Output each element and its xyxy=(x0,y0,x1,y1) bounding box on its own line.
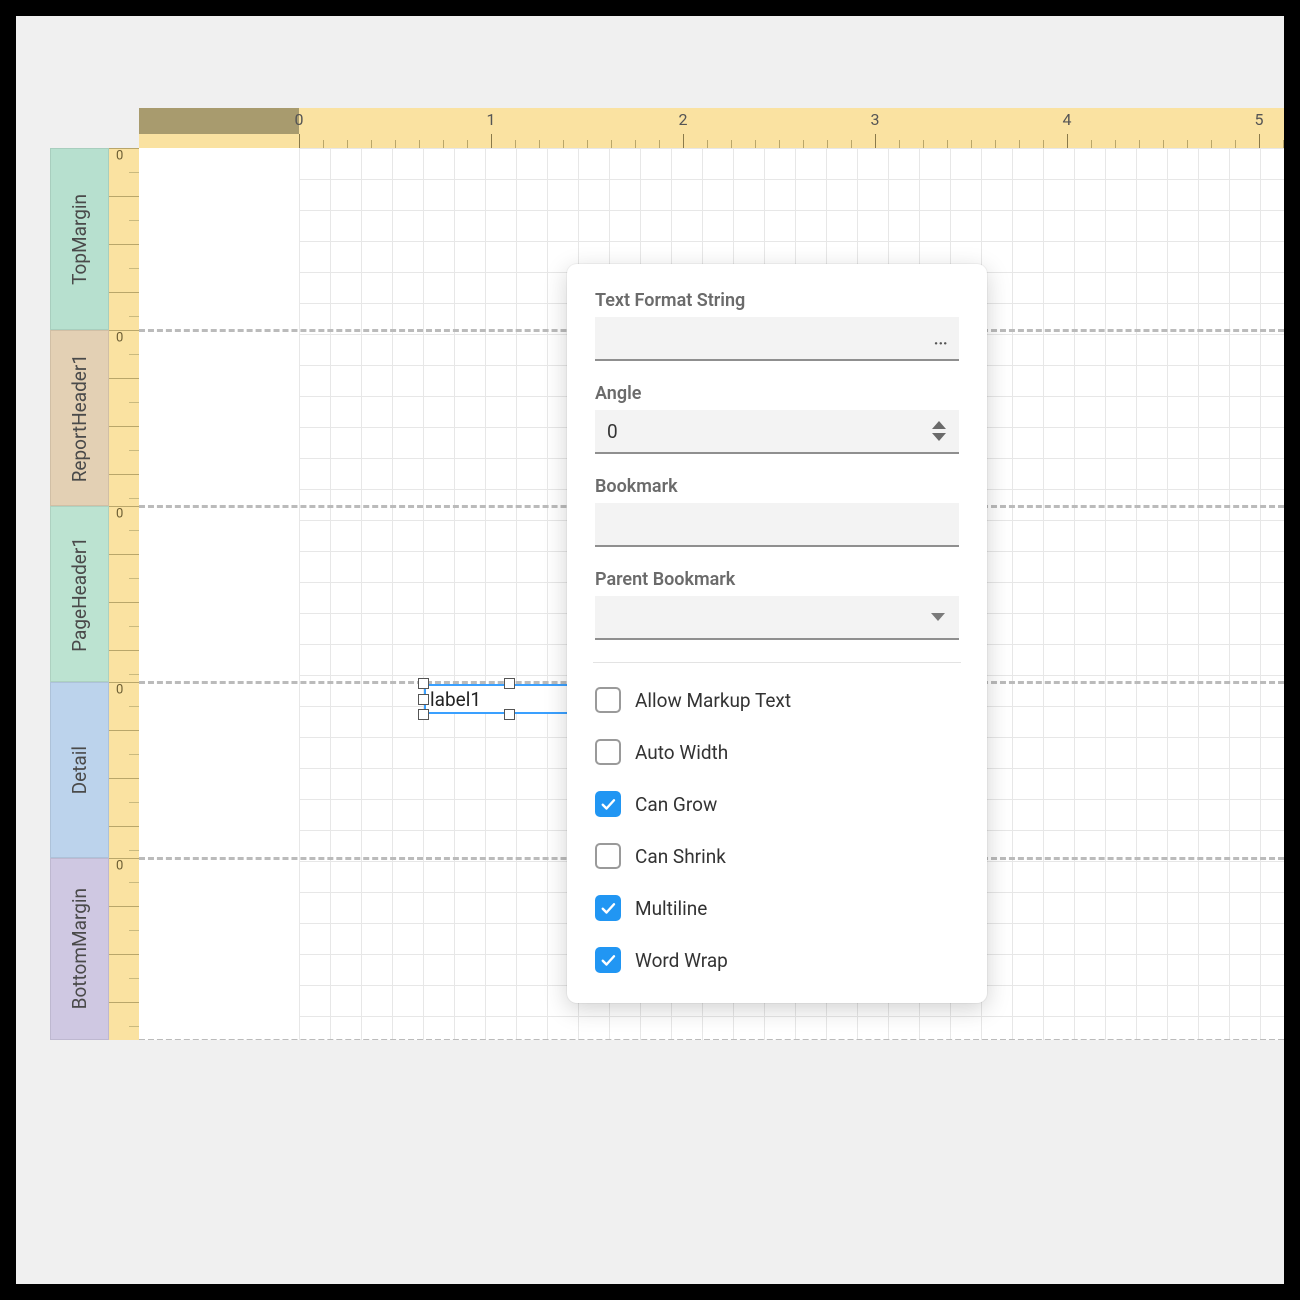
angle-spinner xyxy=(927,410,951,452)
surface-end-area xyxy=(139,1040,1284,1284)
band-page-header[interactable]: PageHeader1 xyxy=(50,506,109,682)
checkbox-label: Auto Width xyxy=(635,741,728,764)
hruler-number: 5 xyxy=(1255,110,1264,129)
checkbox-word-wrap[interactable]: Word Wrap xyxy=(595,947,959,973)
vruler-number: 0 xyxy=(116,331,123,346)
checkbox-unchecked-icon[interactable] xyxy=(595,739,621,765)
resize-handle[interactable] xyxy=(418,709,429,720)
spinner-down-icon[interactable] xyxy=(932,433,946,441)
ruler-corner xyxy=(139,108,299,134)
bookmark-input[interactable] xyxy=(595,503,959,547)
hruler-number: 0 xyxy=(295,110,304,129)
band-report-header[interactable]: ReportHeader1 xyxy=(50,330,109,506)
angle-input[interactable]: 0 xyxy=(595,410,959,454)
popup-divider xyxy=(593,662,961,663)
checkbox-allow-markup[interactable]: Allow Markup Text xyxy=(595,687,959,713)
resize-handle[interactable] xyxy=(504,709,515,720)
hruler-number: 1 xyxy=(487,110,496,129)
vruler-number: 0 xyxy=(116,149,123,164)
checkbox-can-grow[interactable]: Can Grow xyxy=(595,791,959,817)
spinner-up-icon[interactable] xyxy=(932,421,946,429)
chevron-down-icon[interactable] xyxy=(931,613,945,621)
checkbox-checked-icon[interactable] xyxy=(595,895,621,921)
checkbox-unchecked-icon[interactable] xyxy=(595,687,621,713)
band-label-text: ReportHeader1 xyxy=(68,354,91,482)
angle-label: Angle xyxy=(595,383,959,404)
band-bottom-margin[interactable]: BottomMargin xyxy=(50,858,109,1040)
checkbox-label: Word Wrap xyxy=(635,949,728,972)
band-label-text: Detail xyxy=(68,746,91,794)
hruler-number: 2 xyxy=(679,110,688,129)
checkbox-unchecked-icon[interactable] xyxy=(595,843,621,869)
band-top-margin[interactable]: TopMargin xyxy=(50,148,109,330)
checkbox-checked-icon[interactable] xyxy=(595,791,621,817)
bookmark-label: Bookmark xyxy=(595,476,959,497)
vruler-number: 0 xyxy=(116,859,123,874)
hruler-number: 4 xyxy=(1063,110,1072,129)
parent-bookmark-select[interactable] xyxy=(595,596,959,640)
band-label-text: PageHeader1 xyxy=(68,537,91,652)
angle-value: 0 xyxy=(607,420,618,443)
band-label-text: TopMargin xyxy=(68,194,91,285)
checkbox-label: Can Grow xyxy=(635,793,717,816)
resize-handle[interactable] xyxy=(418,694,429,705)
designer-canvas: 012345 00000 TopMarginReportHeader1PageH… xyxy=(16,16,1284,1284)
band-labels-column: TopMargin ReportHeader1 PageHeader1 Detail B… xyxy=(50,148,109,1040)
vruler-number: 0 xyxy=(116,683,123,698)
ruler-top-strip xyxy=(299,108,1284,134)
ellipsis-icon[interactable]: … xyxy=(933,326,949,351)
vruler-number: 0 xyxy=(116,507,123,522)
horizontal-ruler[interactable]: 012345 xyxy=(139,134,1284,148)
checkbox-multiline[interactable]: Multiline xyxy=(595,895,959,921)
properties-popup: Text Format String … Angle 0 Bookmark Pa… xyxy=(567,264,987,1003)
checkbox-checked-icon[interactable] xyxy=(595,947,621,973)
checkbox-can-shrink[interactable]: Can Shrink xyxy=(595,843,959,869)
parent-bookmark-label: Parent Bookmark xyxy=(595,569,959,590)
checkbox-auto-width[interactable]: Auto Width xyxy=(595,739,959,765)
text-format-string-input[interactable]: … xyxy=(595,317,959,361)
checkbox-label: Multiline xyxy=(635,897,707,920)
hruler-number: 3 xyxy=(871,110,880,129)
resize-handle[interactable] xyxy=(504,678,515,689)
band-detail[interactable]: Detail xyxy=(50,682,109,858)
resize-handle[interactable] xyxy=(418,678,429,689)
checkbox-label: Allow Markup Text xyxy=(635,689,791,712)
vertical-ruler[interactable]: 0 0 0 0 0 xyxy=(109,148,139,1040)
text-format-string-label: Text Format String xyxy=(595,290,959,311)
checkbox-label: Can Shrink xyxy=(635,845,726,868)
band-label-text: BottomMargin xyxy=(68,888,91,1009)
